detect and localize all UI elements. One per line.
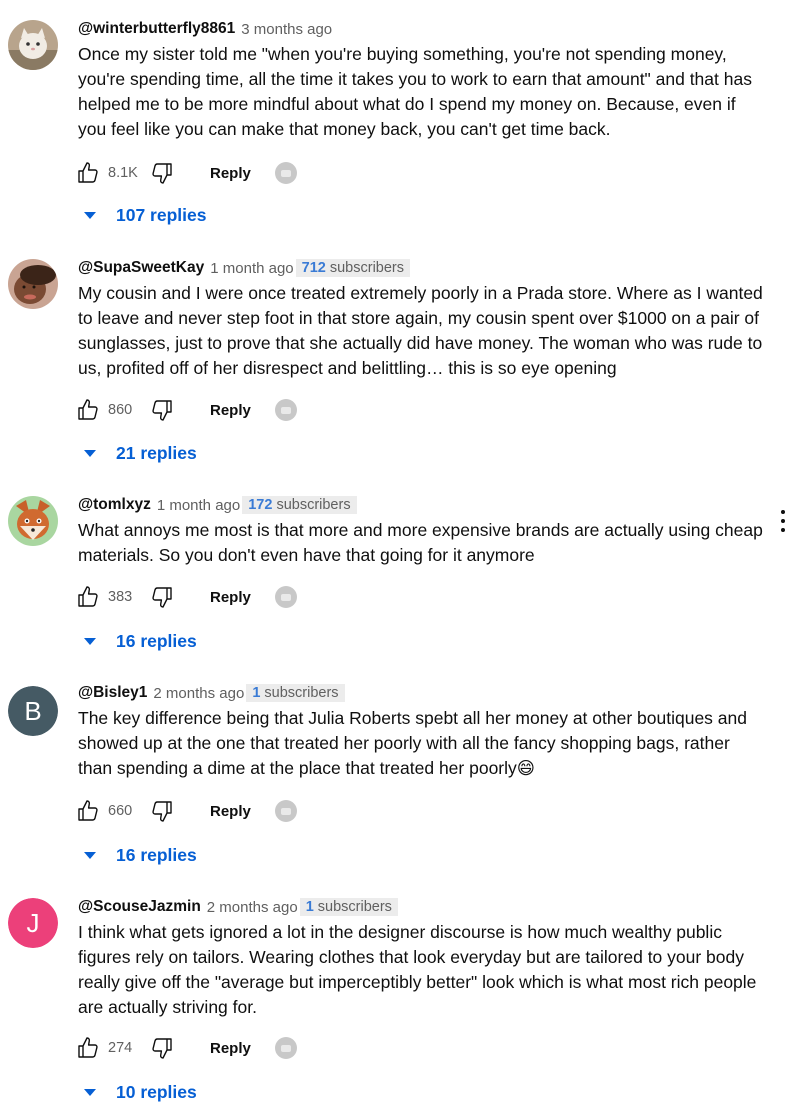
comment-meta: @tomlxyz 1 month ago 172 subscribers — [78, 494, 357, 516]
creator-heart-icon — [274, 1037, 297, 1059]
like-count: 8.1K — [108, 165, 138, 181]
comment-author[interactable]: @tomlxyz — [78, 496, 151, 514]
dislike-button[interactable] — [148, 797, 176, 825]
subscriber-count: 712 — [301, 260, 326, 276]
subscriber-label: subscribers — [276, 497, 351, 513]
reply-button[interactable]: Reply — [210, 1040, 251, 1057]
comment-time[interactable]: 2 months ago — [153, 685, 244, 702]
more-vert-icon[interactable] — [779, 510, 787, 532]
thumbs-down-icon — [152, 400, 172, 421]
comment-actions: 660 Reply — [74, 796, 297, 826]
like-count: 274 — [108, 1040, 133, 1056]
avatar[interactable]: J — [8, 898, 58, 948]
comment-author[interactable]: @Bisley1 — [78, 684, 147, 702]
comment-actions: 8.1K Reply — [74, 158, 297, 188]
comment-text: Once my sister told me "when you're buyi… — [78, 44, 752, 139]
like-button[interactable] — [74, 396, 102, 424]
caret-down-icon — [84, 211, 96, 219]
replies-count: 16 replies — [116, 630, 197, 651]
view-replies-button[interactable]: 16 replies — [84, 626, 197, 656]
comment-actions: 274 Reply — [74, 1033, 297, 1063]
replies-count: 16 replies — [116, 844, 197, 865]
comment-author[interactable]: @winterbutterfly8861 — [78, 20, 235, 38]
like-count: 383 — [108, 589, 133, 605]
caret-down-icon — [84, 637, 96, 645]
reply-button[interactable]: Reply — [210, 589, 251, 606]
view-replies-button[interactable]: 16 replies — [84, 840, 197, 870]
subscriber-badge: 172 subscribers — [242, 496, 357, 514]
subscriber-badge: 1 subscribers — [246, 684, 345, 702]
like-button[interactable] — [74, 797, 102, 825]
caret-down-icon — [84, 449, 96, 457]
subscriber-label: subscribers — [329, 260, 404, 276]
avatar[interactable] — [8, 20, 58, 70]
thumbs-up-icon — [78, 162, 98, 183]
view-replies-button[interactable]: 107 replies — [84, 200, 206, 230]
comment-author[interactable]: @ScouseJazmin — [78, 898, 201, 916]
avatar-letter: B — [24, 695, 42, 726]
comment-text: My cousin and I were once treated extrem… — [78, 283, 763, 378]
fox-avatar-icon — [8, 496, 58, 546]
creator-heart-icon — [274, 162, 297, 184]
creator-heart-icon — [274, 399, 297, 421]
subscriber-count: 1 — [252, 685, 261, 701]
comment-time[interactable]: 3 months ago — [241, 21, 332, 38]
dislike-button[interactable] — [148, 1034, 176, 1062]
thumbs-up-icon — [78, 586, 98, 607]
comment-text: The key difference being that Julia Robe… — [78, 708, 747, 778]
replies-count: 107 replies — [116, 204, 207, 225]
comment-meta: @winterbutterfly8861 3 months ago — [78, 18, 332, 40]
dislike-button[interactable] — [148, 396, 176, 424]
subscriber-label: subscribers — [264, 685, 339, 701]
comment-meta: @ScouseJazmin 2 months ago 1 subscribers — [78, 896, 398, 918]
caret-down-icon — [84, 1088, 96, 1096]
avatar[interactable] — [8, 496, 58, 546]
reply-button[interactable]: Reply — [210, 402, 251, 419]
comment-meta: @Bisley1 2 months ago 1 subscribers — [78, 682, 345, 704]
view-replies-button[interactable]: 10 replies — [84, 1077, 197, 1107]
comment-actions: 860 Reply — [74, 395, 297, 425]
like-button[interactable] — [74, 583, 102, 611]
creator-heart-icon — [274, 800, 297, 822]
thumbs-down-icon — [152, 587, 172, 608]
thumbs-down-icon — [152, 1038, 172, 1059]
subscriber-badge: 1 subscribers — [299, 898, 398, 916]
subscriber-badge: 712 subscribers — [295, 259, 410, 277]
caret-down-icon — [84, 851, 96, 859]
comment-time[interactable]: 1 month ago — [157, 497, 240, 514]
subscriber-label: subscribers — [317, 899, 392, 915]
like-button[interactable] — [74, 1034, 102, 1062]
comment-author[interactable]: @SupaSweetKay — [78, 259, 204, 277]
subscriber-count: 1 — [305, 899, 314, 915]
comment-text: I think what gets ignored a lot in the d… — [78, 922, 757, 1017]
thumbs-up-icon — [78, 800, 98, 821]
like-count: 660 — [108, 803, 133, 819]
comment-meta: @SupaSweetKay 1 month ago 712 subscriber… — [78, 257, 410, 279]
comment-text: What annoys me most is that more and mor… — [78, 520, 763, 565]
view-replies-button[interactable]: 21 replies — [84, 438, 197, 468]
dislike-button[interactable] — [148, 159, 176, 187]
comment-actions: 383 Reply — [74, 582, 297, 612]
avatar[interactable]: B — [8, 686, 58, 736]
person-photo-avatar-icon — [8, 259, 58, 309]
creator-heart-icon — [274, 586, 297, 608]
like-count: 860 — [108, 402, 133, 418]
thumbs-down-icon — [152, 801, 172, 822]
thumbs-up-icon — [78, 1037, 98, 1058]
dislike-button[interactable] — [148, 583, 176, 611]
cat-photo-avatar-icon — [8, 20, 58, 70]
reply-button[interactable]: Reply — [210, 165, 251, 182]
replies-count: 21 replies — [116, 442, 197, 463]
thumbs-up-icon — [78, 399, 98, 420]
avatar-letter: J — [26, 907, 40, 938]
like-button[interactable] — [74, 159, 102, 187]
avatar[interactable] — [8, 259, 58, 309]
reply-button[interactable]: Reply — [210, 803, 251, 820]
comment-time[interactable]: 2 months ago — [207, 899, 298, 916]
subscriber-count: 172 — [248, 497, 273, 513]
thumbs-down-icon — [152, 163, 172, 184]
replies-count: 10 replies — [116, 1081, 197, 1102]
comment-time[interactable]: 1 month ago — [210, 260, 293, 277]
